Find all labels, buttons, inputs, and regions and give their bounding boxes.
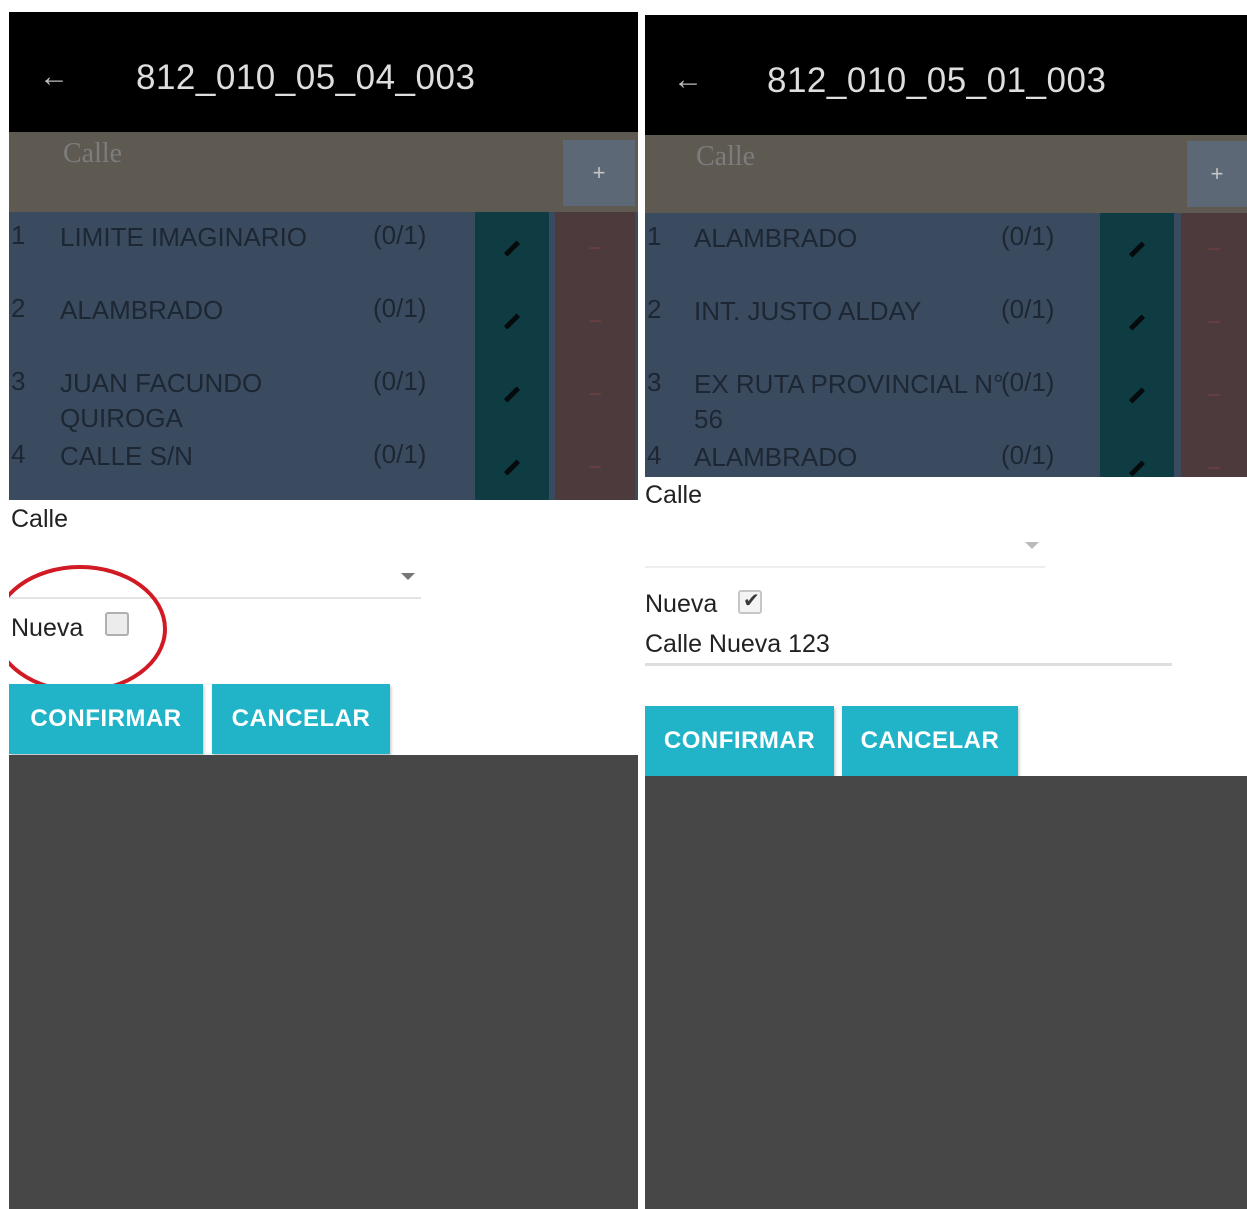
highlight-circle — [9, 565, 167, 693]
pencil-icon — [1128, 314, 1146, 331]
row-count: (0/1) — [1001, 294, 1055, 324]
pencil-icon — [503, 240, 521, 257]
edit-button[interactable] — [1100, 359, 1174, 432]
edit-button[interactable] — [475, 285, 549, 358]
row-number: 4 — [647, 440, 662, 470]
row-count: (0/1) — [373, 220, 427, 250]
delete-button[interactable]: − — [1181, 359, 1247, 432]
delete-button[interactable]: − — [1181, 213, 1247, 286]
list-item: 3 JUAN FACUNDO QUIROGA (0/1) − — [9, 358, 638, 433]
edit-button[interactable] — [1100, 213, 1174, 286]
row-street-name: INT. JUSTO ALDAY — [694, 296, 922, 326]
row-count: (0/1) — [1001, 440, 1055, 470]
list-header: Calle + — [645, 135, 1247, 213]
cancel-button[interactable]: CANCELAR — [842, 706, 1018, 776]
delete-button[interactable]: − — [1181, 286, 1247, 359]
cancel-button[interactable]: CANCELAR — [212, 684, 390, 754]
back-arrow-icon[interactable]: ← — [673, 65, 703, 95]
confirm-button[interactable]: CONFIRMAR — [645, 706, 834, 776]
list-item: 2 INT. JUSTO ALDAY (0/1) − — [645, 286, 1247, 359]
row-street-name: ALAMBRADO — [694, 442, 858, 472]
row-street-name: LIMITE IMAGINARIO — [60, 222, 308, 252]
pencil-icon — [503, 459, 521, 476]
app-bar: ← 812_010_05_04_003 — [9, 12, 638, 132]
edit-button[interactable] — [1100, 286, 1174, 359]
edit-button[interactable] — [475, 358, 549, 431]
nueva-calle-input[interactable]: Calle Nueva 123 — [645, 625, 1172, 666]
caret-down-icon — [401, 573, 415, 580]
row-street-name: EX RUTA PROVINCIAL N° 56 — [694, 369, 1004, 434]
row-number: 4 — [11, 439, 26, 469]
add-button[interactable]: + — [1187, 141, 1247, 207]
status-bar — [645, 0, 1247, 15]
pencil-icon — [503, 313, 521, 330]
right-screen: ← 812_010_05_01_003 Calle + 1 ALAMBRADO … — [645, 0, 1247, 1209]
add-button[interactable]: + — [563, 140, 635, 206]
row-count: (0/1) — [1001, 367, 1055, 397]
row-count: (0/1) — [1001, 221, 1055, 251]
nueva-checkbox[interactable]: ✔ — [738, 590, 762, 614]
list-item: 2 ALAMBRADO (0/1) − — [9, 285, 638, 358]
delete-button[interactable]: − — [1181, 432, 1247, 477]
street-list: 1 ALAMBRADO (0/1) − 2 INT. JUSTO ALDAY (… — [645, 213, 1247, 477]
delete-button[interactable]: − — [555, 285, 635, 358]
check-mark-icon: ✔ — [743, 590, 760, 612]
page-title: 812_010_05_01_003 — [767, 61, 1107, 100]
confirm-button[interactable]: CONFIRMAR — [9, 684, 203, 754]
app-bar: ← 812_010_05_01_003 — [645, 15, 1247, 135]
edit-button[interactable] — [475, 212, 549, 285]
left-screen: ← 812_010_05_04_003 Calle + 1 LIMITE IMA… — [9, 0, 638, 1209]
list-item: 3 EX RUTA PROVINCIAL N° 56 (0/1) − — [645, 359, 1247, 434]
row-street-name: ALAMBRADO — [60, 295, 224, 325]
caret-down-icon — [1025, 542, 1039, 549]
background-overlay — [9, 755, 638, 1209]
back-arrow-icon[interactable]: ← — [39, 62, 69, 92]
street-list: 1 LIMITE IMAGINARIO (0/1) − 2 ALAMBRADO … — [9, 212, 638, 500]
column-header-calle: Calle — [63, 138, 123, 169]
row-number: 2 — [647, 294, 662, 324]
row-number: 1 — [647, 221, 662, 251]
calle-field-label: Calle — [11, 505, 68, 533]
row-number: 1 — [11, 220, 26, 250]
edit-button[interactable] — [475, 431, 549, 500]
list-item: 4 ALAMBRADO (0/1) − — [645, 432, 1247, 477]
list-item: 4 CALLE S/N (0/1) − — [9, 431, 638, 500]
row-count: (0/1) — [373, 366, 427, 396]
row-number: 2 — [11, 293, 26, 323]
row-number: 3 — [11, 366, 26, 396]
list-header: Calle + — [9, 132, 638, 212]
background-overlay — [645, 776, 1247, 1209]
delete-button[interactable]: − — [555, 431, 635, 500]
pencil-icon — [1128, 387, 1146, 404]
list-item: 1 ALAMBRADO (0/1) − — [645, 213, 1247, 286]
calle-dropdown[interactable] — [645, 530, 1045, 568]
list-item: 1 LIMITE IMAGINARIO (0/1) − — [9, 212, 638, 285]
nueva-checkbox-label: Nueva — [645, 590, 718, 618]
pencil-icon — [503, 386, 521, 403]
pencil-icon — [1128, 460, 1146, 477]
row-street-name: ALAMBRADO — [694, 223, 858, 253]
page-title: 812_010_05_04_003 — [136, 58, 476, 97]
delete-button[interactable]: − — [555, 358, 635, 431]
row-count: (0/1) — [373, 293, 427, 323]
row-number: 3 — [647, 367, 662, 397]
pencil-icon — [1128, 241, 1146, 258]
edit-button[interactable] — [1100, 432, 1174, 477]
panel-divider — [638, 0, 645, 1209]
row-street-name: CALLE S/N — [60, 441, 193, 471]
column-header-calle: Calle — [696, 141, 756, 172]
delete-button[interactable]: − — [555, 212, 635, 285]
row-street-name: JUAN FACUNDO QUIROGA — [60, 368, 263, 433]
calle-field-label: Calle — [645, 481, 702, 509]
row-count: (0/1) — [373, 439, 427, 469]
